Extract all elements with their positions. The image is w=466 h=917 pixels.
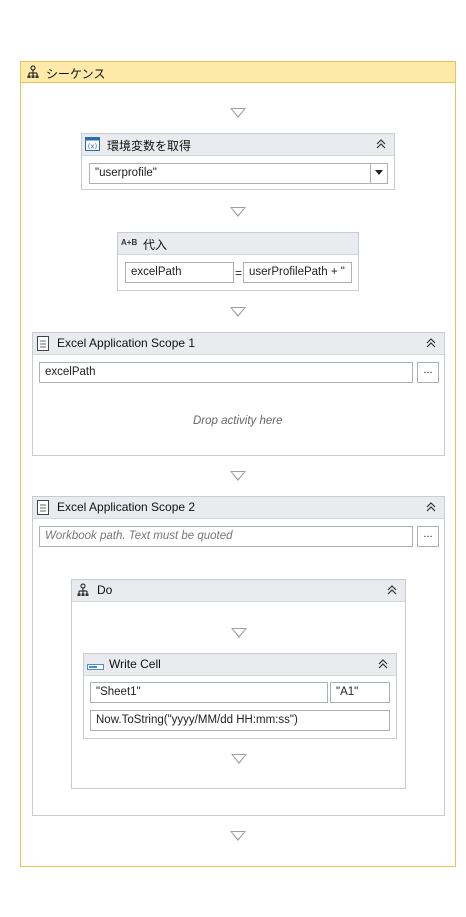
do-title: Do [97, 583, 113, 597]
excel-scope-2[interactable]: Excel Application Scope 2 Workbook path.… [32, 496, 445, 816]
do-sequence[interactable]: Do Write Cell "Sheet1" "A1" Now.ToString… [71, 579, 406, 789]
assign-value-input[interactable]: userProfilePath + " [243, 262, 352, 283]
do-header: Do [72, 580, 405, 602]
collapse-icon[interactable] [425, 337, 439, 351]
write-cell-icon [87, 660, 104, 674]
drop-indicator[interactable] [230, 471, 246, 481]
drop-indicator[interactable] [230, 831, 246, 841]
sequence-icon [76, 583, 90, 600]
workbook-path-input[interactable]: excelPath [39, 362, 413, 383]
variable-icon: (x) [85, 137, 100, 154]
excel-scope-1[interactable]: Excel Application Scope 1 excelPath ... … [32, 332, 445, 456]
browse-button[interactable]: ... [417, 362, 439, 383]
svg-text:(x): (x) [88, 143, 98, 151]
range-input[interactable]: "A1" [330, 682, 390, 703]
dropdown-button[interactable] [370, 163, 388, 184]
drop-indicator[interactable] [231, 754, 247, 764]
assign-header: A+B 代入 [118, 233, 358, 255]
variable-name-input[interactable]: "userprofile" [89, 163, 371, 184]
get-env-header: (x) 環境変数を取得 [82, 134, 394, 156]
assign-icon: A+B [121, 238, 138, 247]
workbook-path-input[interactable]: Workbook path. Text must be quoted [39, 526, 413, 547]
chevron-down-icon [375, 170, 383, 175]
collapse-icon[interactable] [386, 584, 400, 598]
assign-to-input[interactable]: excelPath [125, 262, 234, 283]
browse-button[interactable]: ... [417, 526, 439, 547]
excel-scope-1-title: Excel Application Scope 1 [57, 336, 196, 350]
equals-sign: = [234, 266, 242, 280]
get-env-title: 環境変数を取得 [107, 139, 192, 153]
get-env-activity[interactable]: (x) 環境変数を取得 "userprofile" [81, 133, 395, 190]
excel-scope-2-title: Excel Application Scope 2 [57, 500, 196, 514]
drop-indicator[interactable] [230, 108, 246, 118]
excel-book-icon [37, 500, 49, 518]
collapse-icon[interactable] [375, 138, 389, 152]
drop-indicator[interactable] [230, 307, 246, 317]
write-cell-header: Write Cell [84, 654, 396, 676]
collapse-icon[interactable] [377, 658, 391, 672]
sequence-title: シーケンス [46, 67, 106, 81]
drop-indicator[interactable] [231, 628, 247, 638]
write-cell-activity[interactable]: Write Cell "Sheet1" "A1" Now.ToString("y… [83, 653, 397, 739]
sheet-name-input[interactable]: "Sheet1" [90, 682, 328, 703]
excel-scope-2-header: Excel Application Scope 2 [33, 497, 444, 519]
drop-activity-placeholder[interactable]: Drop activity here [193, 415, 282, 427]
assign-activity[interactable]: A+B 代入 excelPath = userProfilePath + " [117, 232, 359, 291]
drop-indicator[interactable] [230, 207, 246, 217]
sequence-header[interactable]: シーケンス [21, 62, 455, 83]
collapse-icon[interactable] [425, 501, 439, 515]
sequence-icon [26, 65, 40, 82]
assign-title: 代入 [143, 238, 168, 252]
write-cell-title: Write Cell [109, 657, 161, 671]
excel-book-icon [37, 336, 49, 354]
cell-value-input[interactable]: Now.ToString("yyyy/MM/dd HH:mm:ss") [90, 710, 390, 731]
excel-scope-1-header: Excel Application Scope 1 [33, 333, 444, 355]
